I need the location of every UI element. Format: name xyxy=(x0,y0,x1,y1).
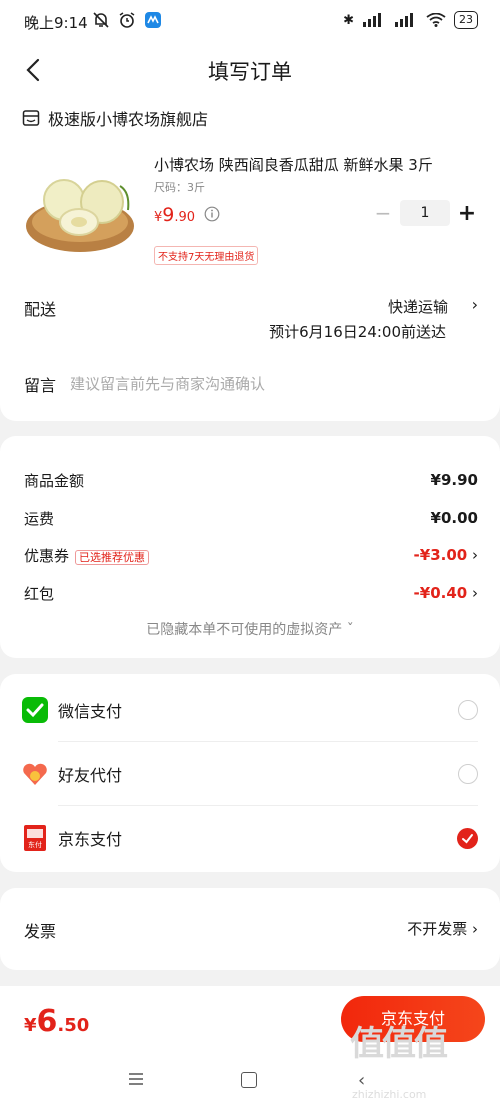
no-return-tag: 不支持7天无理由退货 xyxy=(154,246,259,265)
coupon-label-group: 优惠券 已选推荐优惠 xyxy=(24,545,150,566)
price-decimal: .90 xyxy=(174,210,196,225)
goods-amount-value: ¥9.90 xyxy=(430,471,478,489)
status-bar: 晚上9:14 ✱ 23 xyxy=(0,0,500,44)
shop-name: 极速版小博农场旗舰店 xyxy=(48,110,209,129)
red-packet-row[interactable]: 红包 -¥0.40 › xyxy=(24,581,478,605)
invoice-card[interactable]: 发票 不开发票 › xyxy=(0,888,500,970)
coupon-label: 优惠券 xyxy=(24,546,70,565)
alarm-icon xyxy=(119,12,135,28)
bluetooth-icon: ✱ xyxy=(343,12,354,28)
wechat-pay-icon xyxy=(22,697,48,723)
decrease-button[interactable]: − xyxy=(372,201,394,225)
payment-option-friend[interactable]: 好友代付 xyxy=(22,742,478,806)
hidden-assets-toggle[interactable]: 已隐藏本单不可使用的虚拟资产 ˇ xyxy=(0,619,500,639)
checkmark-icon xyxy=(462,833,473,843)
coupon-value-group: -¥3.00 › xyxy=(414,546,478,564)
watermark-url: zhizhizhi.com xyxy=(352,1088,427,1101)
status-left-icons xyxy=(92,11,162,29)
app-notification-icon xyxy=(145,12,161,28)
delivery-label: 配送 xyxy=(24,300,57,319)
status-right-icons: ✱ 23 xyxy=(343,11,478,29)
price-summary-card: 商品金额 ¥9.90 运费 ¥0.00 优惠券 已选推荐优惠 -¥3.00 › 红… xyxy=(0,436,500,658)
signal-hd-icon xyxy=(395,13,413,27)
watermark: 值值值 xyxy=(350,1024,448,1064)
total-decimal: .50 xyxy=(57,1015,90,1036)
bottom-bar: ¥6.50 京东支付 ‹ 值值值 zhizhizhi.com xyxy=(0,986,500,1111)
red-packet-value-group: -¥0.40 › xyxy=(414,584,478,602)
radio-button-checked[interactable] xyxy=(457,827,478,849)
payment-option-jd[interactable]: 东付 京东支付 xyxy=(22,806,478,870)
quantity-input[interactable]: 1 xyxy=(400,200,450,226)
coupon-row[interactable]: 优惠券 已选推荐优惠 -¥3.00 › xyxy=(24,543,478,567)
coupon-value: -¥3.00 xyxy=(413,546,468,564)
invoice-label: 发票 xyxy=(24,922,57,941)
remark-label: 留言 xyxy=(24,376,57,395)
shipping-label: 运费 xyxy=(24,509,55,528)
jd-pay-icon: 东付 xyxy=(24,825,46,851)
total-currency: ¥ xyxy=(24,1015,37,1036)
shipping-value: ¥0.00 xyxy=(430,509,478,527)
total-price: ¥6.50 xyxy=(24,1004,89,1039)
page-header: 填写订单 xyxy=(0,44,500,96)
friend-pay-heart-icon xyxy=(23,763,47,785)
product-image[interactable] xyxy=(24,156,136,256)
status-time: 晚上9:14 xyxy=(24,14,88,32)
product-size: 尺码：3斤 xyxy=(154,181,205,194)
shipping-row: 运费 ¥0.00 xyxy=(24,506,478,530)
radio-button[interactable] xyxy=(458,700,478,720)
coupon-tag: 已选推荐优惠 xyxy=(75,549,150,565)
price-integer: 9 xyxy=(162,204,175,226)
total-integer: 6 xyxy=(36,1004,58,1039)
payment-label: 微信支付 xyxy=(58,702,123,721)
remark-input[interactable]: 建议留言前先与商家沟通确认 xyxy=(70,373,265,394)
chevron-right-icon: › xyxy=(472,584,478,602)
page-title: 填写订单 xyxy=(208,60,292,84)
home-icon[interactable] xyxy=(241,1072,257,1088)
payment-label: 好友代付 xyxy=(58,766,123,785)
invoice-value[interactable]: 不开发票 › xyxy=(407,918,478,939)
product-title[interactable]: 小博农场 陕西阎良香瓜甜瓜 新鲜水果 3斤 xyxy=(154,154,433,175)
red-packet-label: 红包 xyxy=(24,584,55,603)
shop-row[interactable]: 极速版小博农场旗舰店 xyxy=(22,106,208,130)
info-icon[interactable] xyxy=(204,206,220,222)
increase-button[interactable]: + xyxy=(456,201,478,226)
delivery-method[interactable]: 快递运输 xyxy=(388,296,448,317)
payment-methods-card: 微信支付 好友代付 东付 京东支付 xyxy=(0,674,500,872)
delivery-eta: 预计6月16日24:00前送达 xyxy=(269,323,446,341)
jd-pay-icon-text: 东付 xyxy=(28,840,42,849)
mute-bell-icon xyxy=(93,12,109,28)
menu-icon[interactable] xyxy=(128,1072,144,1086)
goods-amount-label: 商品金额 xyxy=(24,471,85,490)
wifi-icon xyxy=(426,13,446,27)
signal-icon xyxy=(363,13,381,27)
chevron-right-icon: › xyxy=(472,546,478,564)
payment-option-wechat[interactable]: 微信支付 xyxy=(22,678,478,742)
red-packet-value: -¥0.40 xyxy=(413,584,468,602)
store-icon xyxy=(22,110,40,126)
quantity-stepper: − 1 + xyxy=(372,200,478,226)
chevron-right-icon[interactable]: › xyxy=(472,295,478,314)
radio-button[interactable] xyxy=(458,764,478,784)
battery-indicator: 23 xyxy=(454,11,478,29)
goods-amount-row: 商品金额 ¥9.90 xyxy=(24,468,478,492)
order-card: 极速版小博农场旗舰店 小博农场 陕西阎良香瓜甜瓜 新鲜水果 3斤 尺码：3斤 ¥… xyxy=(0,96,500,421)
payment-label: 京东支付 xyxy=(58,830,123,849)
product-price: ¥9.90 xyxy=(154,204,195,226)
